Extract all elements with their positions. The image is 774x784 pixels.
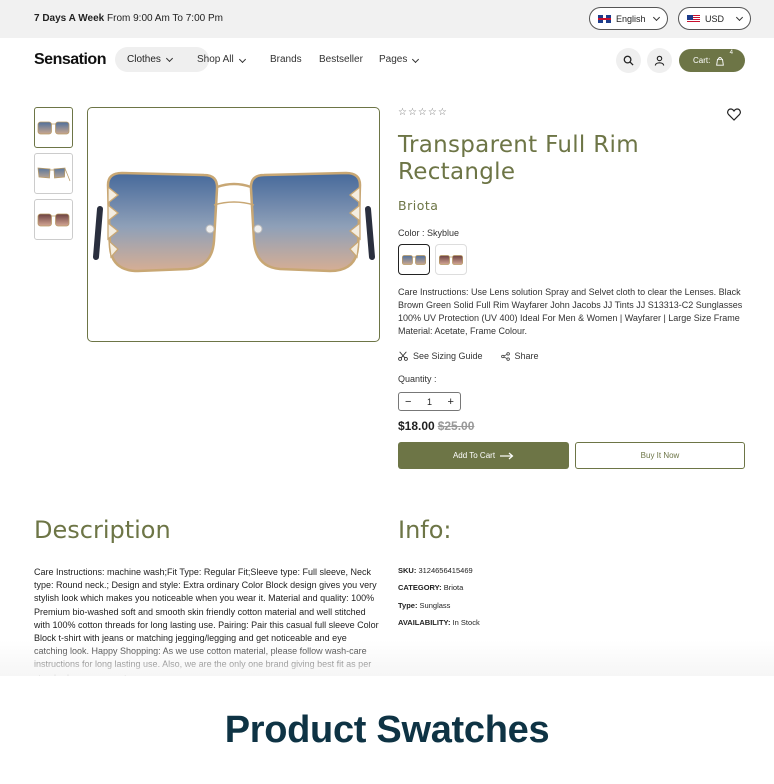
thumbnail-3[interactable] bbox=[34, 199, 73, 240]
share-icon bbox=[500, 351, 510, 361]
sizing-guide-link[interactable]: See Sizing Guide bbox=[398, 351, 483, 361]
sunglasses-brown-image bbox=[37, 213, 70, 226]
product-links: See Sizing Guide Share bbox=[398, 351, 539, 361]
chevron-down-icon bbox=[412, 55, 420, 64]
quantity-decrease-button[interactable]: − bbox=[405, 396, 411, 408]
heart-icon bbox=[727, 108, 741, 121]
sunglasses-skyblue-swatch-icon bbox=[402, 254, 426, 265]
cart-icon bbox=[716, 56, 725, 66]
current-price: $18.00 bbox=[398, 419, 435, 433]
info-sku: SKU: 3124656415469 bbox=[398, 566, 473, 575]
language-selector[interactable]: English bbox=[589, 7, 668, 30]
logo[interactable]: Sensation bbox=[34, 51, 106, 69]
cart-count-badge: 4 bbox=[729, 50, 733, 56]
info-category: CATEGORY: Briota bbox=[398, 583, 464, 592]
care-instructions: Care Instructions: Use Lens solution Spr… bbox=[398, 287, 743, 336]
wishlist-button[interactable] bbox=[727, 108, 741, 126]
menu-item-brands[interactable]: Brands bbox=[270, 54, 302, 65]
share-link[interactable]: Share bbox=[500, 351, 539, 361]
cart-button[interactable]: Cart: 4 bbox=[679, 49, 745, 72]
chevron-down-icon bbox=[735, 13, 744, 21]
main-product-image[interactable] bbox=[87, 107, 380, 342]
info-type: Type: Sunglass bbox=[398, 601, 451, 610]
top-bar: 7 Days A Week From 9:00 Am To 7:00 Pm En… bbox=[0, 0, 774, 38]
store-hours: 7 Days A Week From 9:00 Am To 7:00 Pm bbox=[34, 13, 223, 24]
quantity-stepper: − 1 + bbox=[398, 392, 461, 411]
user-icon bbox=[654, 55, 665, 66]
scissors-icon bbox=[398, 351, 408, 361]
caption-banner: Product Swatches bbox=[0, 676, 774, 784]
chevron-down-icon bbox=[652, 13, 660, 21]
banner-title: Product Swatches bbox=[224, 708, 550, 751]
info-availability: AVAILABILITY: In Stock bbox=[398, 618, 480, 627]
quantity-value[interactable]: 1 bbox=[427, 397, 432, 407]
menu-item-pages[interactable]: Pages bbox=[379, 54, 420, 65]
sunglasses-brown-swatch-icon bbox=[439, 254, 463, 265]
color-label: Color : Skyblue bbox=[398, 228, 460, 238]
swatch-skyblue[interactable] bbox=[398, 244, 430, 275]
search-button[interactable] bbox=[616, 48, 641, 73]
info-heading: Info: bbox=[398, 516, 452, 544]
us-flag-icon bbox=[687, 14, 700, 23]
product-title: Transparent Full Rim Rectangle bbox=[398, 132, 639, 185]
product-price: $18.00 $25.00 bbox=[398, 419, 474, 433]
chevron-down-icon bbox=[238, 55, 246, 64]
product-brand[interactable]: Briota bbox=[398, 198, 438, 213]
currency-selector[interactable]: USD bbox=[678, 7, 752, 30]
chevron-down-icon bbox=[165, 54, 173, 62]
swatch-brown[interactable] bbox=[435, 244, 467, 275]
sunglasses-front-image bbox=[37, 121, 70, 134]
search-icon bbox=[623, 55, 634, 66]
add-to-cart-button[interactable]: Add To Cart bbox=[398, 442, 569, 469]
description-heading: Description bbox=[34, 516, 171, 544]
original-price: $25.00 bbox=[437, 419, 475, 433]
menu-item-shop-all[interactable]: Shop All bbox=[197, 54, 246, 65]
main-nav: Sensation Clothes Shop All Brands Bestse… bbox=[0, 38, 774, 84]
arrow-right-icon bbox=[500, 452, 514, 459]
menu-item-clothes[interactable]: Clothes bbox=[115, 47, 209, 72]
uk-flag-icon bbox=[598, 14, 611, 23]
quantity-increase-button[interactable]: + bbox=[448, 396, 454, 408]
quantity-label: Quantity : bbox=[398, 374, 437, 384]
rating-stars[interactable]: ☆☆☆☆☆ bbox=[398, 107, 448, 118]
sunglasses-angle-image bbox=[37, 167, 71, 181]
thumbnail-1[interactable] bbox=[34, 107, 73, 148]
menu-item-bestseller[interactable]: Bestseller bbox=[319, 54, 363, 65]
fade-overlay bbox=[0, 640, 774, 680]
account-button[interactable] bbox=[647, 48, 672, 73]
buy-now-button[interactable]: Buy It Now bbox=[575, 442, 745, 469]
sunglasses-main-image bbox=[92, 171, 375, 272]
thumbnail-2[interactable] bbox=[34, 153, 73, 194]
